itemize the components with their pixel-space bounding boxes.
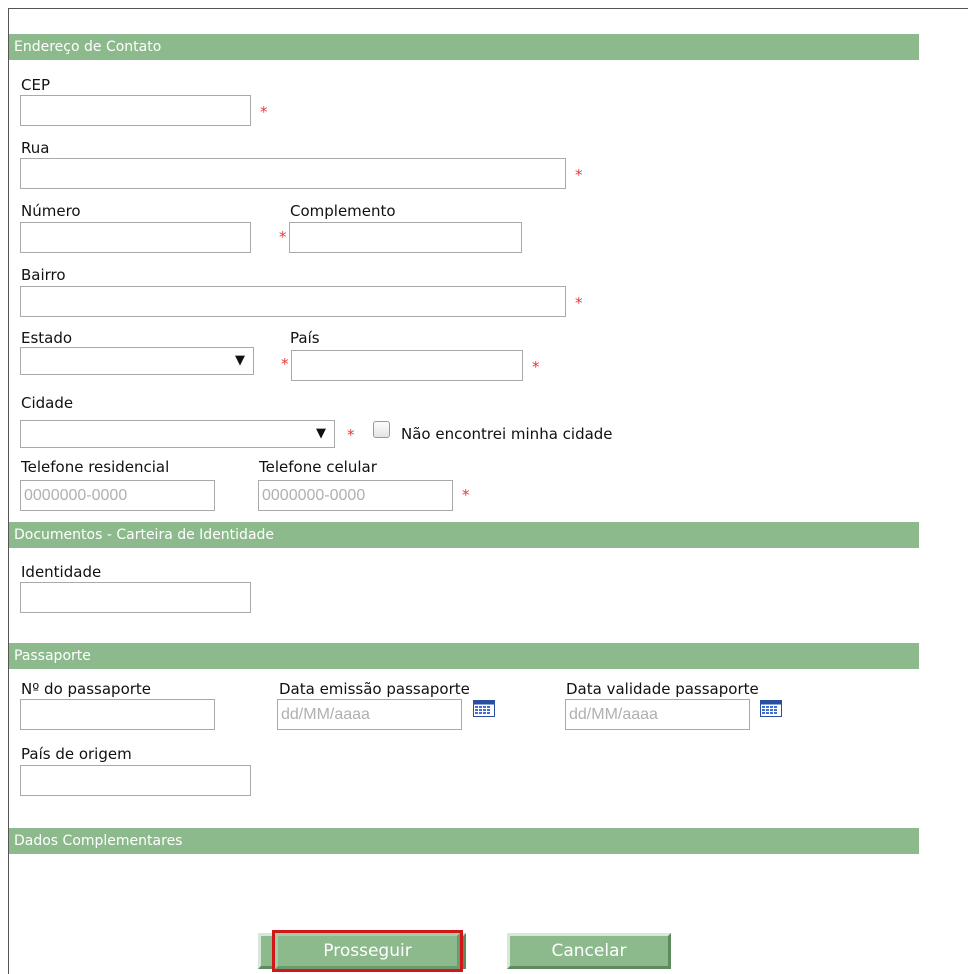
neighborhood-label: Bairro bbox=[21, 266, 66, 284]
number-input[interactable] bbox=[20, 222, 251, 253]
calendar-icon[interactable] bbox=[760, 700, 782, 717]
state-label: Estado bbox=[21, 329, 73, 347]
street-input[interactable] bbox=[20, 158, 566, 189]
complement-input[interactable] bbox=[289, 222, 522, 253]
mobile-phone-input[interactable] bbox=[258, 480, 453, 511]
state-select[interactable]: ▼ bbox=[20, 347, 254, 375]
neighborhood-input[interactable] bbox=[20, 286, 566, 317]
country-label: País bbox=[290, 329, 320, 347]
section-header-passport: Passaporte bbox=[9, 643, 919, 669]
passport-issue-date-input[interactable] bbox=[277, 699, 462, 730]
passport-number-input[interactable] bbox=[20, 699, 215, 730]
required-marker: * bbox=[279, 228, 287, 246]
city-select[interactable]: ▼ bbox=[20, 420, 335, 448]
passport-expiry-date-input[interactable] bbox=[565, 699, 750, 730]
city-not-found-checkbox[interactable] bbox=[373, 421, 390, 438]
dropdown-arrow-icon: ▼ bbox=[235, 353, 245, 368]
section-header-additional: Dados Complementares bbox=[9, 828, 919, 854]
number-label: Número bbox=[21, 202, 81, 220]
identity-input[interactable] bbox=[20, 582, 251, 613]
required-marker: * bbox=[532, 358, 540, 376]
calendar-icon[interactable] bbox=[473, 700, 495, 717]
country-input[interactable] bbox=[291, 350, 523, 381]
home-phone-input[interactable] bbox=[20, 480, 215, 511]
passport-expiry-date-label: Data validade passaporte bbox=[566, 680, 759, 698]
required-marker: * bbox=[575, 166, 583, 184]
required-marker: * bbox=[260, 103, 268, 121]
origin-country-input[interactable] bbox=[20, 765, 251, 796]
passport-number-label: Nº do passaporte bbox=[21, 680, 152, 698]
cep-label: CEP bbox=[21, 76, 50, 94]
section-header-contact-address: Endereço de Contato bbox=[9, 34, 919, 60]
dropdown-arrow-icon: ▼ bbox=[316, 426, 326, 441]
origin-country-label: País de origem bbox=[21, 745, 132, 763]
mobile-phone-label: Telefone celular bbox=[259, 458, 377, 476]
city-label: Cidade bbox=[21, 394, 74, 412]
proceed-button[interactable]: Prosseguir bbox=[275, 933, 460, 969]
cep-input[interactable] bbox=[20, 95, 251, 126]
street-label: Rua bbox=[21, 139, 50, 157]
required-marker: * bbox=[575, 294, 583, 312]
identity-label: Identidade bbox=[21, 563, 102, 581]
section-header-documents: Documentos - Carteira de Identidade bbox=[9, 522, 919, 548]
complement-label: Complemento bbox=[290, 202, 396, 220]
city-not-found-label[interactable]: Não encontrei minha cidade bbox=[401, 425, 613, 443]
passport-issue-date-label: Data emissão passaporte bbox=[279, 680, 470, 698]
required-marker: * bbox=[281, 355, 289, 373]
home-phone-label: Telefone residencial bbox=[21, 458, 170, 476]
required-marker: * bbox=[462, 486, 470, 504]
required-marker: * bbox=[347, 426, 355, 444]
cancel-button[interactable]: Cancelar bbox=[507, 933, 671, 969]
